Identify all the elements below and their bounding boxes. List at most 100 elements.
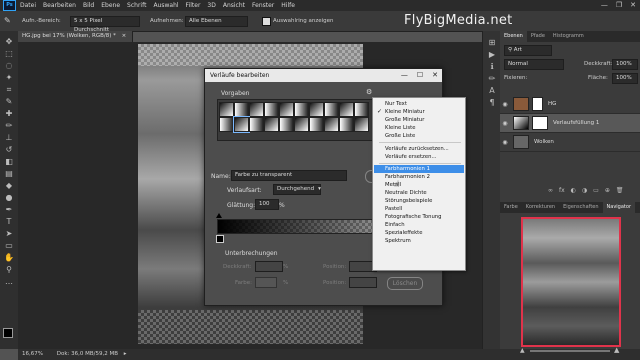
- blend-mode-select[interactable]: Normal: [504, 59, 564, 70]
- preset-swatch[interactable]: [309, 102, 324, 117]
- history-brush-icon[interactable]: ↺: [3, 144, 15, 155]
- menu-item-neutral-density[interactable]: Neutrale Dichte: [374, 189, 464, 197]
- fx-icon[interactable]: fx: [559, 187, 565, 194]
- preset-swatch[interactable]: [249, 102, 264, 117]
- eyedropper-icon[interactable]: ✎: [3, 96, 15, 107]
- menu-item-photographic-toning[interactable]: Fotografische Tonung: [374, 213, 464, 221]
- more-tools-icon[interactable]: …: [3, 276, 15, 287]
- menu-item-spectrum[interactable]: Spektrum: [374, 237, 464, 245]
- sample-layers-select[interactable]: Alle Ebenen: [185, 16, 248, 27]
- layer-row[interactable]: ◉ Wolken: [500, 133, 640, 152]
- blur-tool-icon[interactable]: ◆: [3, 180, 15, 191]
- crop-tool-icon[interactable]: ⌗: [3, 84, 15, 95]
- zoom-level[interactable]: 16,67%: [22, 351, 43, 357]
- menu-bearbeiten[interactable]: Bearbeiten: [43, 2, 76, 9]
- adjust-icon[interactable]: ◑: [582, 187, 587, 194]
- menu-datei[interactable]: Datei: [20, 2, 36, 9]
- hand-tool-icon[interactable]: ✋: [3, 252, 15, 263]
- menu-item-small-thumbnail[interactable]: ✓ Kleine Miniatur: [374, 108, 464, 116]
- menu-item-small-list[interactable]: Kleine Liste: [374, 124, 464, 132]
- stamp-tool-icon[interactable]: ⊥: [3, 132, 15, 143]
- opacity-field[interactable]: 100%: [612, 59, 638, 70]
- gradient-name-input[interactable]: Farbe zu transparent: [231, 170, 347, 181]
- menu-schrift[interactable]: Schrift: [127, 2, 146, 9]
- status-arrow-icon[interactable]: ▸: [124, 351, 127, 357]
- trash-icon[interactable]: 🗑: [616, 187, 624, 194]
- zoom-out-icon[interactable]: ▲: [520, 347, 525, 354]
- tab-histogramm[interactable]: Histogramm: [549, 31, 588, 42]
- preset-swatch[interactable]: [354, 117, 369, 132]
- gradient-type-select[interactable]: Durchgehend ▾: [273, 184, 321, 195]
- menu-item-simple[interactable]: Einfach: [374, 221, 464, 229]
- minimize-button[interactable]: —: [601, 1, 608, 9]
- menu-item-large-list[interactable]: Große Liste: [374, 132, 464, 140]
- layer-filter-select[interactable]: ⚲ Art: [504, 45, 552, 56]
- preset-swatch[interactable]: [234, 102, 249, 117]
- color-stop-left[interactable]: [216, 235, 224, 243]
- dialog-maximize-button[interactable]: ☐: [417, 69, 423, 82]
- stop-color-position-input[interactable]: [349, 277, 377, 288]
- close-document-icon[interactable]: ×: [122, 33, 127, 39]
- new-icon[interactable]: ⊕: [605, 187, 610, 194]
- tab-pfade[interactable]: Pfade: [527, 31, 549, 42]
- fill-field[interactable]: 100%: [612, 73, 638, 84]
- preset-swatch[interactable]: [324, 102, 339, 117]
- navigator-zoom-slider[interactable]: [530, 350, 610, 352]
- menu-auswahl[interactable]: Auswahl: [153, 2, 178, 9]
- actions-panel-icon[interactable]: ▶: [486, 49, 498, 60]
- preset-swatch[interactable]: [219, 117, 234, 132]
- delete-stop-button[interactable]: Löschen: [387, 277, 423, 290]
- marquee-tool-icon[interactable]: ⬚: [3, 48, 15, 59]
- menu-item-replace-gradients[interactable]: Verläufe ersetzen...: [374, 153, 464, 161]
- lasso-tool-icon[interactable]: ◌: [3, 60, 15, 71]
- move-tool-icon[interactable]: ✥: [3, 36, 15, 47]
- menu-item-special-effects[interactable]: Spezialeffekte: [374, 229, 464, 237]
- presets-gear-icon[interactable]: ⚙: [366, 88, 372, 96]
- foreground-color-swatch[interactable]: [3, 328, 13, 338]
- preset-swatch[interactable]: [294, 117, 309, 132]
- eye-icon[interactable]: ◉: [500, 120, 510, 127]
- dialog-minimize-button[interactable]: —: [401, 69, 408, 82]
- menu-filter[interactable]: Filter: [186, 2, 201, 9]
- menu-item-farbharmonien-2[interactable]: Farbharmonien 2: [374, 173, 464, 181]
- preset-swatch[interactable]: [339, 117, 354, 132]
- tab-ebenen[interactable]: Ebenen: [500, 31, 527, 42]
- eye-icon[interactable]: ◉: [500, 101, 510, 108]
- menu-ebene[interactable]: Ebene: [101, 2, 120, 9]
- menu-item-noise-samples[interactable]: Störungsbeispiele: [374, 197, 464, 205]
- maximize-button[interactable]: ❐: [616, 1, 622, 9]
- preset-swatch[interactable]: [249, 117, 264, 132]
- preset-swatch[interactable]: [354, 102, 369, 117]
- path-select-icon[interactable]: ➤: [3, 228, 15, 239]
- document-tab[interactable]: HG.jpg bei 17% (Wolken, RGB/8) * ×: [18, 31, 133, 42]
- preset-swatch[interactable]: [264, 117, 279, 132]
- preset-swatch[interactable]: [279, 102, 294, 117]
- mask-icon[interactable]: ◐: [571, 187, 576, 194]
- menu-item-reset-gradients[interactable]: Verläufe zurücksetzen...: [374, 145, 464, 153]
- preset-swatch[interactable]: [279, 117, 294, 132]
- dodge-tool-icon[interactable]: ●: [3, 192, 15, 203]
- folder-icon[interactable]: ▭: [593, 187, 599, 194]
- zoom-tool-icon[interactable]: ⚲: [3, 264, 15, 275]
- paragraph-panel-icon[interactable]: ¶: [486, 97, 498, 108]
- stop-color-swatch[interactable]: [255, 277, 277, 288]
- dialog-close-button[interactable]: ✕: [432, 69, 438, 82]
- preset-swatch[interactable]: [324, 117, 339, 132]
- quick-select-tool-icon[interactable]: ✦: [3, 72, 15, 83]
- shape-tool-icon[interactable]: ▭: [3, 240, 15, 251]
- menu-bild[interactable]: Bild: [83, 2, 94, 9]
- gradient-tool-icon[interactable]: ▤: [3, 168, 15, 179]
- layer-row-selected[interactable]: ◉ Verlaufsfüllung 1: [500, 114, 640, 133]
- preset-swatch-selected[interactable]: [233, 116, 250, 133]
- sample-size-select[interactable]: 5 x 5 Pixel Durchschnitt: [70, 16, 140, 33]
- pen-tool-icon[interactable]: ✒: [3, 204, 15, 215]
- close-window-button[interactable]: ✕: [630, 1, 636, 9]
- tab-farbe[interactable]: Farbe: [500, 202, 522, 213]
- link-icon[interactable]: ∞: [548, 187, 553, 194]
- preset-swatch[interactable]: [294, 102, 309, 117]
- menu-3d[interactable]: 3D: [207, 2, 215, 9]
- menu-item-large-thumbnail[interactable]: Große Miniatur: [374, 116, 464, 124]
- preset-swatch[interactable]: [219, 102, 234, 117]
- tab-navigator[interactable]: Navigator: [602, 202, 635, 213]
- menu-ansicht[interactable]: Ansicht: [223, 2, 245, 9]
